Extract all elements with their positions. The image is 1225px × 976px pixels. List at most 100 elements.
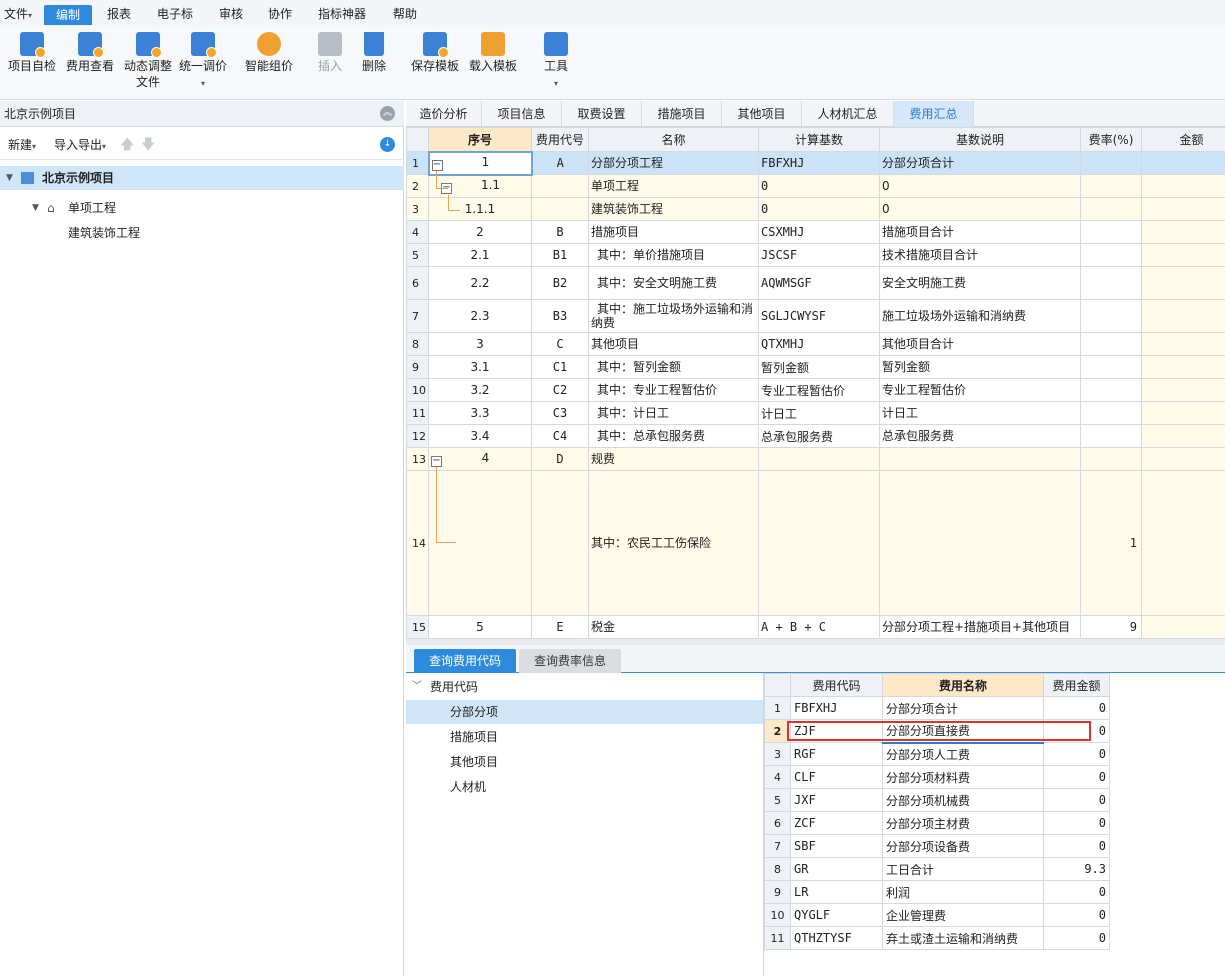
cell-fee-code[interactable] xyxy=(531,470,589,616)
cell-calc-base[interactable]: 暂列金额 xyxy=(758,355,880,379)
move-down-icon[interactable]: 🡇 xyxy=(141,134,155,158)
table-row[interactable]: 7 SBF 分部分项设备费 0 xyxy=(764,834,1110,858)
cell-calc-base[interactable]: QTXMHJ xyxy=(758,332,880,356)
cell-fee-code[interactable]: JXF xyxy=(790,788,883,812)
menu-help[interactable]: 帮助 xyxy=(393,4,417,24)
cell-calc-base[interactable]: SGLJCWYSF xyxy=(758,299,880,333)
cell-fee-code[interactable] xyxy=(531,174,589,198)
cell-rate[interactable] xyxy=(1080,424,1142,448)
tree-node-unit-project[interactable]: 建筑装饰工程 xyxy=(0,221,404,245)
cell-seq[interactable]: 3.1 xyxy=(428,355,532,379)
cell-fee-code[interactable]: B1 xyxy=(531,243,589,267)
fee-view-button[interactable]: 费用查看 xyxy=(64,32,116,74)
cell-rate[interactable] xyxy=(1080,151,1142,175)
cell-fee-code[interactable]: ZCF xyxy=(790,811,883,835)
cell-fee-amount[interactable]: 0 xyxy=(1043,926,1110,950)
cell-fee-amount[interactable]: 0 xyxy=(1043,696,1110,720)
cell-seq[interactable]: 3.3 xyxy=(428,401,532,425)
collapse-up-icon[interactable]: ︽ xyxy=(380,106,395,121)
cell-fee-code[interactable] xyxy=(531,197,589,221)
column-header-fee-name[interactable]: 费用名称 xyxy=(882,673,1044,697)
cell-calc-base[interactable]: JSCSF xyxy=(758,243,880,267)
cell-amount[interactable] xyxy=(1141,174,1225,198)
cell-base-desc[interactable]: 计日工 xyxy=(879,401,1081,425)
cell-fee-name[interactable]: 分部分项材料费 xyxy=(882,765,1044,789)
cell-amount[interactable] xyxy=(1141,299,1225,333)
cell-fee-code[interactable]: CLF xyxy=(790,765,883,789)
cell-amount[interactable] xyxy=(1141,197,1225,221)
cell-calc-base[interactable]: 计日工 xyxy=(758,401,880,425)
cell-fee-code[interactable]: LR xyxy=(790,880,883,904)
cell-fee-name[interactable]: 弃土或渣土运输和消纳费 xyxy=(882,926,1044,950)
table-row[interactable]: 8 3 C 其他项目 QTXMHJ 其他项目合计 xyxy=(406,332,1225,356)
column-header-seq[interactable]: 序号 xyxy=(428,127,532,152)
table-row[interactable]: 1 FBFXHJ 分部分项合计 0 xyxy=(764,696,1110,720)
cell-base-desc[interactable]: 施工垃圾场外运输和消纳费 xyxy=(879,299,1081,333)
cell-name[interactable]: 其他项目 xyxy=(588,332,759,356)
cell-fee-code[interactable]: RGF xyxy=(790,742,883,766)
cell-rate[interactable] xyxy=(1080,197,1142,221)
cell-seq[interactable]: 5 xyxy=(428,615,532,639)
cell-calc-base[interactable] xyxy=(758,470,880,616)
cell-name[interactable]: 其中：施工垃圾场外运输和消纳费 xyxy=(588,299,759,333)
cell-amount[interactable] xyxy=(1141,615,1225,639)
download-icon[interactable]: ↓ xyxy=(380,137,395,152)
new-button[interactable]: 新建▾ xyxy=(8,136,36,153)
expand-arrow-icon[interactable]: ▼ xyxy=(6,166,13,190)
cell-fee-code[interactable]: QYGLF xyxy=(790,903,883,927)
tab-fee-summary[interactable]: 费用汇总 xyxy=(894,101,974,127)
menu-report[interactable]: 报表 xyxy=(107,4,131,24)
cell-name[interactable]: 其中：农民工工伤保险 xyxy=(588,470,759,616)
cell-base-desc[interactable]: 0 xyxy=(879,174,1081,198)
table-row[interactable]: 14 其中：农民工工伤保险 1 xyxy=(406,470,1225,616)
column-header-name[interactable]: 名称 xyxy=(588,127,759,152)
menu-edit[interactable]: 编制 xyxy=(44,5,93,25)
cell-fee-code[interactable]: C xyxy=(531,332,589,356)
cell-amount[interactable] xyxy=(1141,447,1225,471)
cell-fee-amount[interactable]: 0 xyxy=(1043,765,1110,789)
cell-amount[interactable] xyxy=(1141,266,1225,300)
table-row[interactable]: 3 1.1.1 建筑装饰工程 0 0 xyxy=(406,197,1225,221)
cell-fee-code[interactable]: QTHZTYSF xyxy=(790,926,883,950)
cell-fee-name[interactable]: 利润 xyxy=(882,880,1044,904)
cell-calc-base[interactable]: 0 xyxy=(758,197,880,221)
cell-seq[interactable]: 2.3 xyxy=(428,299,532,333)
menu-collab[interactable]: 协作 xyxy=(268,4,292,24)
cell-fee-amount[interactable]: 0 xyxy=(1043,880,1110,904)
column-header-fee-amount[interactable]: 费用金额 xyxy=(1043,673,1110,697)
tab-measures[interactable]: 措施项目 xyxy=(642,101,722,127)
cell-fee-name[interactable]: 工日合计 xyxy=(882,857,1044,881)
move-up-icon[interactable]: 🡅 xyxy=(120,134,134,158)
table-row[interactable]: 11 QTHZTYSF 弃土或渣土运输和消纳费 0 xyxy=(764,926,1110,950)
cell-fee-code[interactable]: B3 xyxy=(531,299,589,333)
table-row[interactable]: 10 QYGLF 企业管理费 0 xyxy=(764,903,1110,927)
smart-pricing-button[interactable]: 智能组价 xyxy=(243,32,295,74)
cell-calc-base[interactable]: AQWMSGF xyxy=(758,266,880,300)
tab-project-info[interactable]: 项目信息 xyxy=(482,101,562,127)
cell-rate[interactable] xyxy=(1080,299,1142,333)
cell-fee-name[interactable]: 分部分项合计 xyxy=(882,696,1044,720)
cell-base-desc[interactable]: 暂列金额 xyxy=(879,355,1081,379)
table-row[interactable]: 9 LR 利润 0 xyxy=(764,880,1110,904)
cell-name[interactable]: 建筑装饰工程 xyxy=(588,197,759,221)
cell-fee-code[interactable]: B2 xyxy=(531,266,589,300)
cell-fee-code[interactable]: C1 xyxy=(531,355,589,379)
cell-rate[interactable] xyxy=(1080,266,1142,300)
cell-base-desc[interactable]: 0 xyxy=(879,197,1081,221)
cell-amount[interactable] xyxy=(1141,243,1225,267)
tab-cost-analysis[interactable]: 造价分析 xyxy=(406,101,482,127)
table-row[interactable]: 12 3.4 C4 其中：总承包服务费 总承包服务费 总承包服务费 xyxy=(406,424,1225,448)
table-row[interactable]: 10 3.2 C2 其中：专业工程暂估价 专业工程暂估价 专业工程暂估价 xyxy=(406,378,1225,402)
cell-fee-code[interactable]: D xyxy=(531,447,589,471)
table-row[interactable]: 4 CLF 分部分项材料费 0 xyxy=(764,765,1110,789)
cell-amount[interactable] xyxy=(1141,470,1225,616)
table-row[interactable]: 5 JXF 分部分项机械费 0 xyxy=(764,788,1110,812)
cell-fee-code[interactable]: C2 xyxy=(531,378,589,402)
chevron-down-icon[interactable]: ﹀ xyxy=(412,675,422,699)
cell-name[interactable]: 单项工程 xyxy=(588,174,759,198)
cell-fee-code[interactable]: B xyxy=(531,220,589,244)
cell-fee-code[interactable]: GR xyxy=(790,857,883,881)
table-row[interactable]: 3 RGF 分部分项人工费 0 xyxy=(764,742,1110,766)
load-template-button[interactable]: 载入模板 xyxy=(466,32,520,74)
cell-fee-amount[interactable]: 0 xyxy=(1043,811,1110,835)
